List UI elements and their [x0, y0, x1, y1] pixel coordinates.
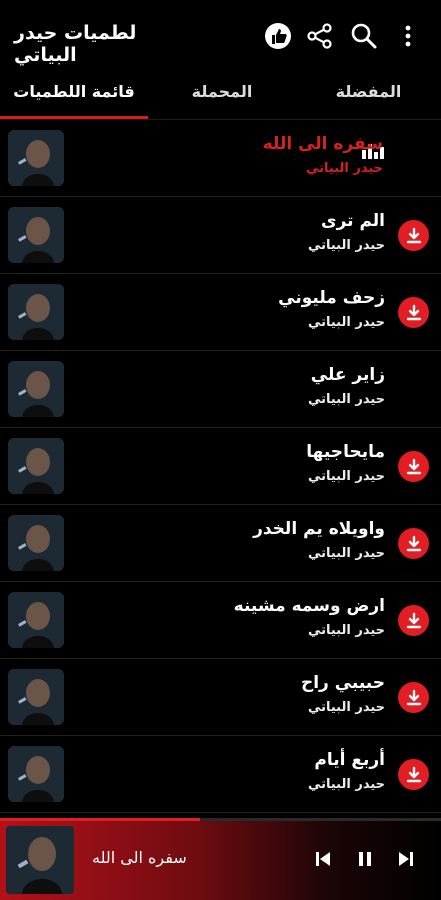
download-icon[interactable] — [398, 297, 429, 328]
song-artist: حيدر البياتي — [305, 161, 383, 176]
song-thumbnail — [8, 746, 64, 802]
song-artist: حيدر البياتي — [307, 777, 385, 792]
song-title: سفره الى الله — [262, 134, 383, 154]
song-thumbnail — [8, 438, 64, 494]
song-thumbnail — [8, 515, 64, 571]
like-icon[interactable] — [262, 20, 294, 52]
song-title: مايحاجيها — [306, 442, 385, 462]
song-artist: حيدر البياتي — [307, 238, 385, 253]
tab-indicator — [0, 116, 148, 119]
download-icon[interactable] — [398, 682, 429, 713]
song-artist: حيدر البياتي — [307, 392, 385, 407]
list-item[interactable]: مايحاجيها حيدر البياتي — [0, 428, 441, 505]
song-title: الم ترى — [321, 211, 385, 231]
tab-song-list[interactable]: قائمة اللطميات — [0, 82, 148, 112]
song-artist: حيدر البياتي — [307, 315, 385, 330]
tab-bar: قائمة اللطميات المحملة المفضلة — [0, 72, 441, 120]
song-title: واويلاه يم الخدر — [253, 519, 385, 539]
song-artist: حيدر البياتي — [307, 546, 385, 561]
search-icon[interactable] — [348, 20, 380, 52]
song-thumbnail — [8, 207, 64, 263]
song-title: ارض وسمه مشينه — [233, 596, 385, 616]
list-item[interactable]: سفره الى الله حيدر البياتي — [0, 120, 441, 197]
song-thumbnail — [8, 130, 64, 186]
list-item[interactable]: واويلاه يم الخدر حيدر البياتي — [0, 505, 441, 582]
download-icon[interactable] — [398, 220, 429, 251]
tab-favorites[interactable]: المفضلة — [296, 82, 441, 112]
list-item[interactable]: زحف مليوني حيدر البياتي — [0, 274, 441, 351]
skip-next-icon[interactable] — [393, 846, 419, 872]
song-artist: حيدر البياتي — [307, 469, 385, 484]
song-thumbnail — [8, 669, 64, 725]
song-title: زحف مليوني — [278, 288, 385, 308]
list-item[interactable]: ارض وسمه مشينه حيدر البياتي — [0, 582, 441, 659]
list-item[interactable]: حبيبي راح حيدر البياتي — [0, 659, 441, 736]
pause-icon[interactable] — [352, 846, 378, 872]
song-title: زاير علي — [310, 365, 385, 385]
skip-previous-icon[interactable] — [310, 846, 336, 872]
playback-progress-fill — [0, 818, 200, 821]
app-title: لطميات حيدر البياتي — [14, 22, 137, 66]
download-icon[interactable] — [398, 759, 429, 790]
now-playing-title: سفره الى الله — [92, 848, 187, 867]
list-item[interactable]: الم ترى حيدر البياتي — [0, 197, 441, 274]
song-thumbnail — [8, 284, 64, 340]
list-item[interactable]: أربع أيام حيدر البياتي — [0, 736, 441, 813]
song-title: حبيبي راح — [300, 673, 385, 693]
download-icon[interactable] — [398, 605, 429, 636]
now-playing-thumbnail — [6, 826, 74, 894]
song-thumbnail — [8, 361, 64, 417]
share-icon[interactable] — [304, 20, 336, 52]
more-vert-icon[interactable] — [392, 20, 424, 52]
song-artist: حيدر البياتي — [307, 700, 385, 715]
song-title: أربع أيام — [314, 750, 385, 770]
tab-downloaded[interactable]: المحملة — [148, 82, 296, 112]
playback-progress-bar[interactable] — [0, 818, 441, 821]
mini-player[interactable]: سفره الى الله — [0, 818, 441, 900]
app-bar: لطميات حيدر البياتي — [0, 0, 441, 72]
download-icon[interactable] — [398, 451, 429, 482]
song-thumbnail — [8, 592, 64, 648]
song-list[interactable]: سفره الى الله حيدر البياتي الم ترى حيدر … — [0, 120, 441, 813]
list-item[interactable]: زاير علي حيدر البياتي — [0, 351, 441, 428]
download-icon[interactable] — [398, 528, 429, 559]
song-artist: حيدر البياتي — [307, 623, 385, 638]
